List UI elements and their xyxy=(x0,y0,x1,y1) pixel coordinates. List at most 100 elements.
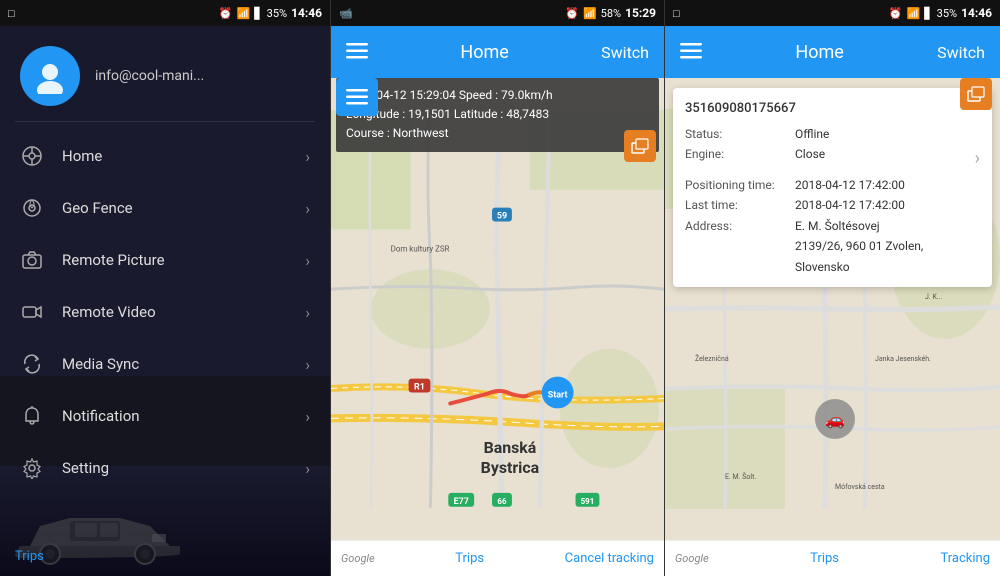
geofence-label: Geo Fence xyxy=(62,199,287,217)
info-line2: Longitude : 19,1501 Latitude : 48,7483 xyxy=(346,105,649,124)
active-tab-2 xyxy=(336,78,378,116)
remote-picture-chevron: › xyxy=(305,251,310,270)
avatar xyxy=(20,46,80,106)
app-header-3: Home Switch xyxy=(665,26,1000,78)
media-sync-chevron: › xyxy=(305,355,310,374)
trips-link-3[interactable]: Trips xyxy=(810,551,839,566)
hamburger-icon-3[interactable] xyxy=(680,40,702,64)
profile-email: info@cool-mani... xyxy=(95,68,204,84)
engine-arrow-icon[interactable]: › xyxy=(975,144,980,175)
setting-chevron: › xyxy=(305,459,310,478)
svg-text:Dom kultury ZSR: Dom kultury ZSR xyxy=(391,244,450,253)
sb3-left-icon: □ xyxy=(673,7,680,20)
panel2-footer: Google Trips Cancel tracking xyxy=(331,540,664,576)
setting-label: Setting xyxy=(62,459,287,477)
sidebar-item-remote-video[interactable]: Remote Video › xyxy=(0,286,330,338)
bell-icon xyxy=(20,404,44,428)
sb3-time: 14:46 xyxy=(961,6,992,20)
video-icon xyxy=(20,300,44,324)
info-line3: Course : Northwest xyxy=(346,124,649,143)
sidebar-item-remote-picture[interactable]: Remote Picture › xyxy=(0,234,330,286)
svg-text:E. M. Šolt.: E. M. Šolt. xyxy=(725,472,756,481)
trips-link-2[interactable]: Trips xyxy=(455,551,484,566)
svg-text:J. K...: J. K... xyxy=(925,293,943,301)
header-title-2: Home xyxy=(368,42,601,63)
home-chevron: › xyxy=(305,147,310,166)
sb3-alarm-icon: ⏰ xyxy=(889,7,903,20)
camera-icon xyxy=(20,248,44,272)
switch-button-2[interactable]: Switch xyxy=(601,43,649,62)
cancel-tracking-btn[interactable]: Cancel tracking xyxy=(565,551,654,566)
sb1-left-icon: □ xyxy=(8,7,15,20)
settings-icon xyxy=(20,456,44,480)
sidebar-item-notification[interactable]: Notification › xyxy=(0,390,330,442)
status-bar-3: □ ⏰ 📶 ▋ 35% 14:46 xyxy=(665,0,1000,26)
switch-button-3[interactable]: Switch xyxy=(937,43,985,62)
svg-text:591: 591 xyxy=(581,497,595,506)
positioning-time-value: 2018-04-12 17:42:00 xyxy=(795,175,980,195)
engine-label: Engine: xyxy=(685,144,795,164)
positioning-time-label: Positioning time: xyxy=(685,175,795,195)
geofence-chevron: › xyxy=(305,199,310,218)
sb2-battery-label: 58% xyxy=(601,7,621,20)
last-time-value: 2018-04-12 17:42:00 xyxy=(795,195,980,215)
panel3-footer: Google Trips Tracking xyxy=(665,540,1000,576)
address-value: E. M. Šoltésovej 2139/26, 960 01 Zvolen,… xyxy=(795,216,980,277)
media-sync-label: Media Sync xyxy=(62,355,287,373)
sb2-time: 15:29 xyxy=(625,6,656,20)
sync-icon xyxy=(20,352,44,376)
app-header-2: Home Switch xyxy=(331,26,664,78)
sb2-wifi-icon: 📶 xyxy=(583,7,597,20)
svg-text:R1: R1 xyxy=(414,383,425,393)
engine-value: Close xyxy=(795,144,971,164)
tracking-btn[interactable]: Tracking xyxy=(940,551,990,566)
notification-chevron: › xyxy=(305,407,310,426)
svg-text:E77: E77 xyxy=(454,497,469,507)
svg-text:Start: Start xyxy=(548,390,568,400)
svg-text:🚗: 🚗 xyxy=(825,410,845,429)
map-panel-3: □ ⏰ 📶 ▋ 35% 14:46 Home Switch xyxy=(665,0,1000,576)
status-bar-2: 📹 ⏰ 📶 58% 15:29 xyxy=(331,0,664,26)
remote-picture-label: Remote Picture xyxy=(62,251,287,269)
battery-label: 35% xyxy=(267,7,287,20)
svg-text:59: 59 xyxy=(497,212,507,222)
sb1-icons: ⏰ 📶 ▋ 35% 14:46 xyxy=(219,6,322,20)
home-label: Home xyxy=(62,147,287,165)
svg-text:Železničná: Železničná xyxy=(695,354,729,363)
map-panel-2: 📹 ⏰ 📶 58% 15:29 Home Switch 2018-04 xyxy=(330,0,665,576)
hamburger-icon-2[interactable] xyxy=(346,40,368,64)
sidebar-item-setting[interactable]: Setting › xyxy=(0,442,330,494)
alarm-icon: ⏰ xyxy=(219,7,233,20)
last-time-label: Last time: xyxy=(685,195,795,215)
map-3[interactable]: 351609080175667 Status: Offline Engine: … xyxy=(665,78,1000,540)
svg-text:Bystrica: Bystrica xyxy=(481,458,540,477)
info-overlay-2: 2018-04-12 15:29:04 Speed : 79.0km/h Lon… xyxy=(336,78,659,152)
info-line1: 2018-04-12 15:29:04 Speed : 79.0km/h xyxy=(346,86,649,105)
device-info-card: 351609080175667 Status: Offline Engine: … xyxy=(673,88,992,287)
notification-label: Notification xyxy=(62,407,287,425)
google-logo-3: Google xyxy=(675,552,709,565)
sidebar-item-home[interactable]: Home › xyxy=(0,130,330,182)
layer-toggle-btn-2[interactable] xyxy=(624,130,656,162)
status-value: Offline xyxy=(795,124,980,144)
sidebar-item-geofence[interactable]: Geo Fence › xyxy=(0,182,330,234)
home-icon xyxy=(20,144,44,168)
header-title-3: Home xyxy=(702,42,937,63)
signal-icon: ▋ xyxy=(254,7,262,20)
sb1-time: 14:46 xyxy=(291,6,322,20)
wifi-icon: 📶 xyxy=(236,7,250,20)
status-label: Status: xyxy=(685,124,795,144)
sb2-video-icon: 📹 xyxy=(339,7,353,20)
device-id: 351609080175667 xyxy=(685,98,980,120)
profile-header: info@cool-mani... xyxy=(0,26,330,121)
sidebar-item-media-sync[interactable]: Media Sync › xyxy=(0,338,330,390)
status-bar-1: □ ⏰ 📶 ▋ 35% 14:46 xyxy=(0,0,330,26)
svg-text:Mófovská cesta: Mófovská cesta xyxy=(835,483,885,491)
svg-text:66: 66 xyxy=(497,497,507,506)
sb3-battery-label: 35% xyxy=(937,7,957,20)
sb3-wifi-icon: 📶 xyxy=(906,7,920,20)
svg-text:Janka Jesenskéh.: Janka Jesenskéh. xyxy=(875,355,931,363)
svg-text:Banská: Banská xyxy=(484,438,537,457)
layer-toggle-btn-3[interactable] xyxy=(960,78,992,110)
remote-video-label: Remote Video xyxy=(62,303,287,321)
